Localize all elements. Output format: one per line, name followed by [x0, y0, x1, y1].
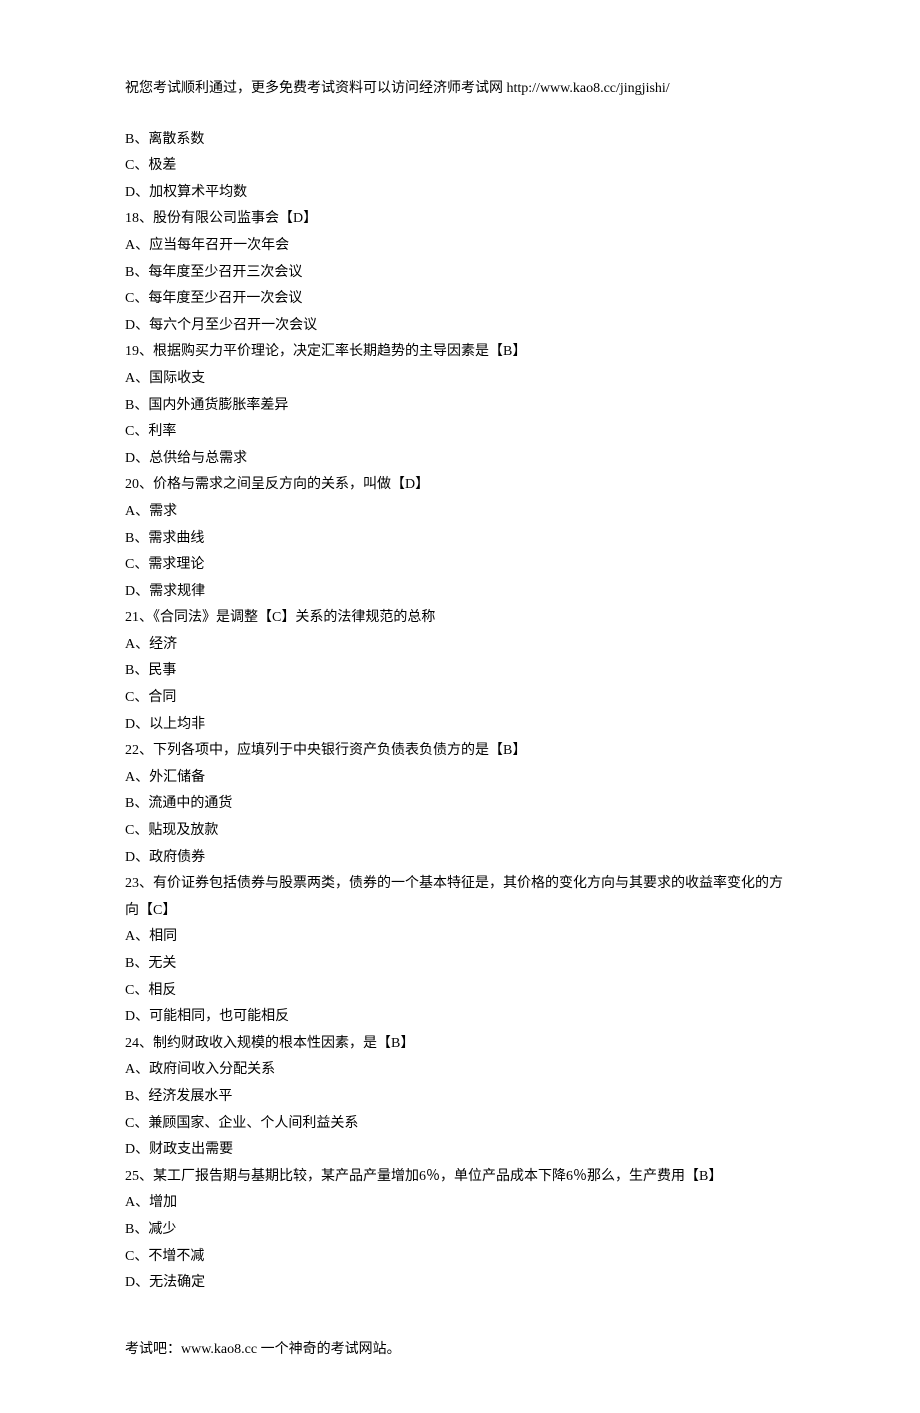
content-line: C、极差	[125, 153, 795, 180]
content-line: D、需求规律	[125, 579, 795, 606]
content-line: C、利率	[125, 419, 795, 446]
page-container: 祝您考试顺利通过，更多免费考试资料可以访问经济师考试网 http://www.k…	[0, 0, 920, 1413]
content-line: C、每年度至少召开一次会议	[125, 286, 795, 313]
content-line: C、兼顾国家、企业、个人间利益关系	[125, 1111, 795, 1138]
content-line: D、政府债券	[125, 845, 795, 872]
content-line: B、民事	[125, 658, 795, 685]
content-line: 18、股份有限公司监事会【D】	[125, 206, 795, 233]
content-line: A、国际收支	[125, 366, 795, 393]
content-line: D、总供给与总需求	[125, 446, 795, 473]
content-line: C、合同	[125, 685, 795, 712]
content-line: D、无法确定	[125, 1270, 795, 1297]
page-header: 祝您考试顺利通过，更多免费考试资料可以访问经济师考试网 http://www.k…	[125, 76, 795, 103]
content-line: 22、下列各项中，应填列于中央银行资产负债表负债方的是【B】	[125, 738, 795, 765]
content-line: 24、制约财政收入规模的根本性因素，是【B】	[125, 1031, 795, 1058]
content-line: D、财政支出需要	[125, 1137, 795, 1164]
content-line: A、需求	[125, 499, 795, 526]
content-line: 20、价格与需求之间呈反方向的关系，叫做【D】	[125, 472, 795, 499]
content-line: B、离散系数	[125, 127, 795, 154]
content-line: B、需求曲线	[125, 526, 795, 553]
content-line: B、减少	[125, 1217, 795, 1244]
page-footer: 考试吧：www.kao8.cc 一个神奇的考试网站。	[125, 1337, 795, 1364]
content-line: B、流通中的通货	[125, 791, 795, 818]
content-line: B、每年度至少召开三次会议	[125, 260, 795, 287]
content-line: B、无关	[125, 951, 795, 978]
content-line: D、每六个月至少召开一次会议	[125, 313, 795, 340]
content-line: A、政府间收入分配关系	[125, 1057, 795, 1084]
content-line: B、国内外通货膨胀率差异	[125, 393, 795, 420]
content-line: B、经济发展水平	[125, 1084, 795, 1111]
content-line: A、应当每年召开一次年会	[125, 233, 795, 260]
content-line: A、外汇储备	[125, 765, 795, 792]
content-line: C、相反	[125, 978, 795, 1005]
exam-content: B、离散系数C、极差D、加权算术平均数18、股份有限公司监事会【D】A、应当每年…	[125, 127, 795, 1297]
content-line: C、需求理论	[125, 552, 795, 579]
content-line: 19、根据购买力平价理论，决定汇率长期趋势的主导因素是【B】	[125, 339, 795, 366]
content-line: A、经济	[125, 632, 795, 659]
content-line: 23、有价证券包括债券与股票两类，债券的一个基本特征是，其价格的变化方向与其要求…	[125, 871, 795, 924]
content-line: D、加权算术平均数	[125, 180, 795, 207]
content-line: A、相同	[125, 924, 795, 951]
content-line: C、不增不减	[125, 1244, 795, 1271]
content-line: 25、某工厂报告期与基期比较，某产品产量增加6％，单位产品成本下降6％那么，生产…	[125, 1164, 795, 1191]
content-line: D、以上均非	[125, 712, 795, 739]
content-line: D、可能相同，也可能相反	[125, 1004, 795, 1031]
content-line: A、增加	[125, 1190, 795, 1217]
content-line: C、贴现及放款	[125, 818, 795, 845]
content-line: 21、《合同法》是调整【C】关系的法律规范的总称	[125, 605, 795, 632]
